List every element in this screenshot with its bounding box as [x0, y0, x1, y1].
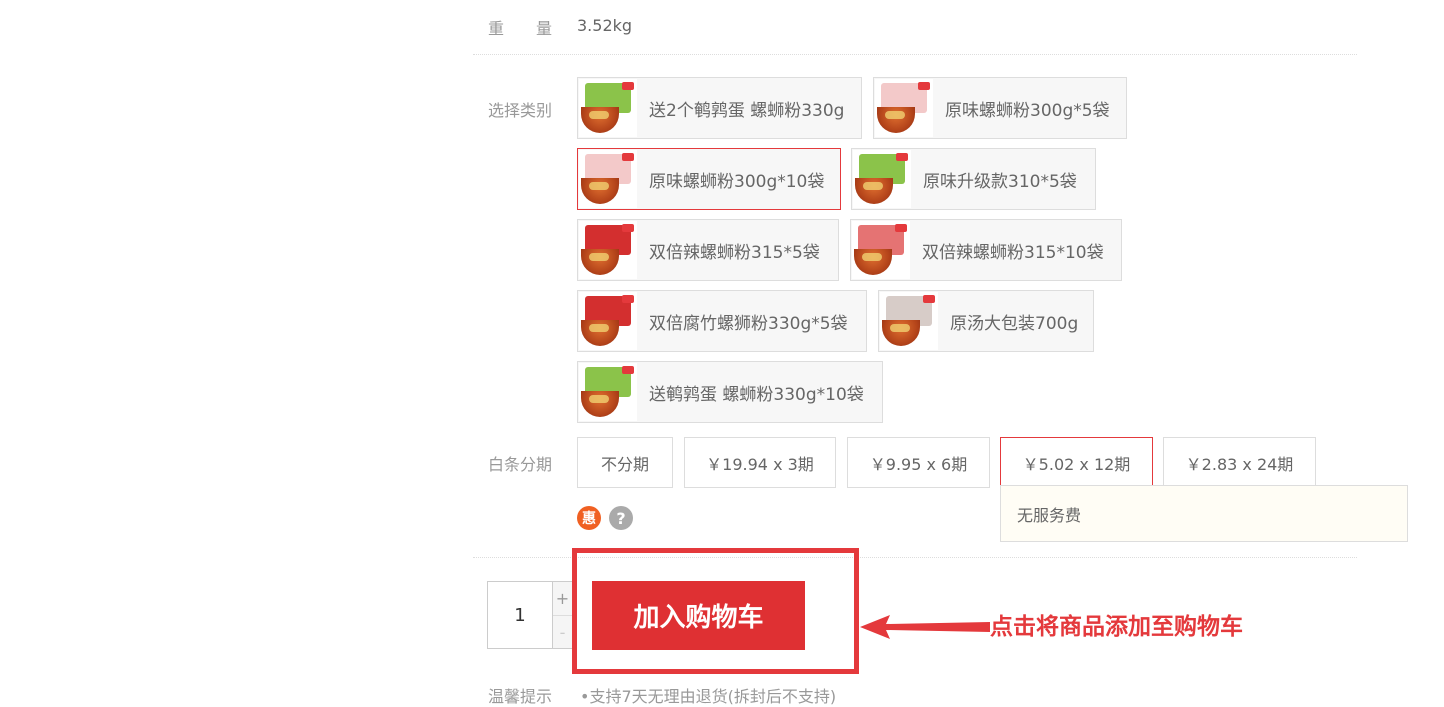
- product-thumbnail: [579, 79, 637, 137]
- installment-option[interactable]: ￥5.02 x 12期: [1000, 437, 1153, 488]
- installment-option-label: ￥9.95 x 6期: [869, 454, 968, 474]
- annotation-arrow-icon: [860, 615, 990, 639]
- installment-option-label: ￥2.83 x 24期: [1185, 454, 1294, 474]
- discount-icon[interactable]: 惠: [577, 506, 601, 530]
- add-to-cart-button[interactable]: 加入购物车: [592, 581, 805, 650]
- variant-option-label: 双倍辣螺蛳粉315*5袋: [649, 242, 820, 263]
- quantity-value: 1: [514, 604, 526, 626]
- variant-option[interactable]: 原味螺蛳粉300g*10袋: [577, 148, 841, 210]
- variant-option-label: 原味螺蛳粉300g*5袋: [945, 100, 1110, 121]
- tooltip-text: 无服务费: [1017, 505, 1082, 525]
- quantity-stepper: + -: [553, 581, 573, 649]
- annotation-text: 点击将商品添加至购物车: [990, 614, 1243, 640]
- installment-option[interactable]: ￥19.94 x 3期: [684, 437, 836, 488]
- variant-option[interactable]: 双倍辣螺蛳粉315*10袋: [850, 219, 1122, 281]
- product-thumbnail: [853, 150, 911, 208]
- quantity-minus-button[interactable]: -: [553, 615, 572, 649]
- installment-tooltip: 无服务费: [1000, 485, 1408, 542]
- variant-option[interactable]: 送2个鹌鹑蛋 螺蛳粉330g: [577, 77, 862, 139]
- weight-value: 3.52kg: [577, 16, 633, 35]
- product-thumbnail: [579, 363, 637, 421]
- tips-text: •支持7天无理由退货(拆封后不支持): [580, 687, 837, 706]
- quantity-plus-button[interactable]: +: [553, 582, 572, 615]
- variant-option[interactable]: 原味螺蛳粉300g*5袋: [873, 77, 1127, 139]
- variant-option[interactable]: 送鹌鹑蛋 螺蛳粉330g*10袋: [577, 361, 883, 423]
- variant-option-label: 送2个鹌鹑蛋 螺蛳粉330g: [649, 100, 845, 121]
- weight-label: 重 量: [488, 19, 553, 38]
- installment-label: 白条分期: [488, 455, 553, 474]
- installment-option[interactable]: ￥9.95 x 6期: [847, 437, 990, 488]
- product-thumbnail: [875, 79, 933, 137]
- product-thumbnail: [880, 292, 938, 350]
- installment-option[interactable]: ￥2.83 x 24期: [1163, 437, 1316, 488]
- installment-option-label: 不分期: [600, 454, 649, 474]
- product-thumbnail: [852, 221, 910, 279]
- installment-option-label: ￥19.94 x 3期: [706, 454, 814, 474]
- variant-label: 选择类别: [488, 101, 553, 120]
- tips-label: 温馨提示: [488, 687, 553, 706]
- quantity-input[interactable]: 1: [487, 581, 553, 649]
- product-thumbnail: [579, 292, 637, 350]
- variant-option[interactable]: 原汤大包装700g: [878, 290, 1094, 352]
- product-thumbnail: [579, 221, 637, 279]
- installment-option[interactable]: 不分期: [577, 437, 673, 488]
- product-thumbnail: [579, 150, 637, 208]
- variant-option-label: 原味螺蛳粉300g*10袋: [649, 171, 825, 192]
- variant-option-label: 送鹌鹑蛋 螺蛳粉330g*10袋: [649, 384, 864, 405]
- variant-option-label: 原汤大包装700g: [950, 313, 1079, 334]
- help-icon[interactable]: ?: [609, 506, 633, 530]
- variant-option[interactable]: 双倍腐竹螺狮粉330g*5袋: [577, 290, 867, 352]
- variant-option-label: 双倍辣螺蛳粉315*10袋: [922, 242, 1104, 263]
- variant-option-label: 原味升级款310*5袋: [923, 171, 1077, 192]
- variant-option-label: 双倍腐竹螺狮粉330g*5袋: [649, 313, 848, 334]
- variant-option[interactable]: 原味升级款310*5袋: [851, 148, 1096, 210]
- installment-option-label: ￥5.02 x 12期: [1022, 454, 1131, 474]
- divider: [473, 54, 1357, 55]
- variant-option[interactable]: 双倍辣螺蛳粉315*5袋: [577, 219, 839, 281]
